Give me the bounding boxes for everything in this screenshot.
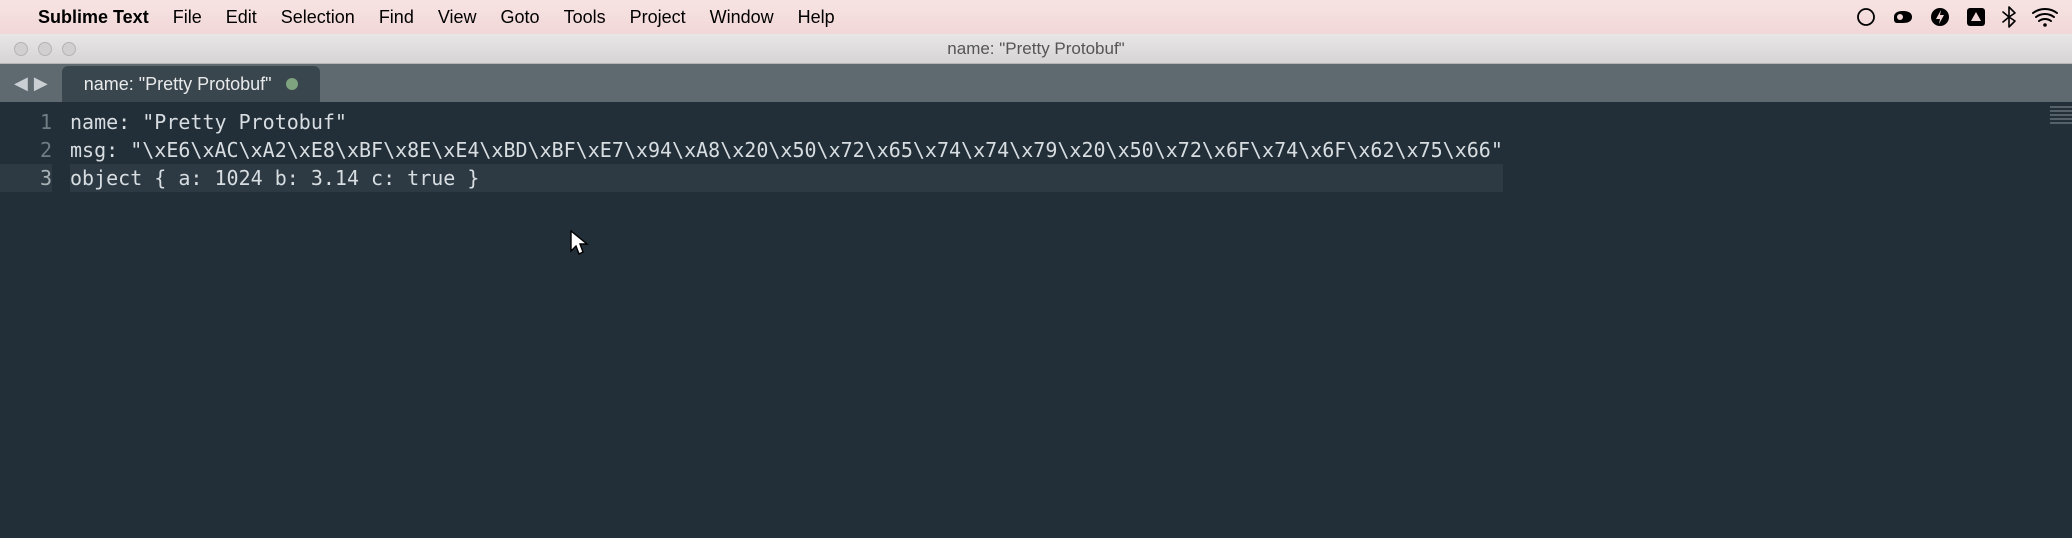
line-number: 1 — [0, 108, 52, 136]
code-line[interactable]: msg: "\xE6\xAC\xA2\xE8\xBF\x8E\xE4\xBD\x… — [70, 136, 1503, 164]
window-titlebar[interactable]: name: "Pretty Protobuf" — [0, 34, 2072, 64]
line-number: 3 — [0, 164, 52, 192]
power-status-icon[interactable] — [1930, 7, 1950, 27]
traffic-lights — [0, 42, 76, 56]
tab-dirty-indicator-icon — [286, 78, 298, 90]
menubar-status-icons — [1856, 6, 2058, 28]
line-number-gutter: 123 — [0, 102, 70, 538]
zoom-window-button[interactable] — [62, 42, 76, 56]
line-number: 2 — [0, 136, 52, 164]
close-window-button[interactable] — [14, 42, 28, 56]
tab-history-nav: ◀ ▶ — [0, 64, 62, 102]
tab-bar: ◀ ▶ name: "Pretty Protobuf" — [0, 64, 2072, 102]
tab-label: name: "Pretty Protobuf" — [84, 74, 272, 95]
menu-find[interactable]: Find — [379, 7, 414, 28]
app-menu[interactable]: Sublime Text — [38, 7, 149, 28]
macos-menubar: Sublime Text File Edit Selection Find Vi… — [0, 0, 2072, 34]
menu-selection[interactable]: Selection — [281, 7, 355, 28]
code-content[interactable]: name: "Pretty Protobuf"msg: "\xE6\xAC\xA… — [70, 102, 1503, 538]
menu-window[interactable]: Window — [710, 7, 774, 28]
nav-back-icon[interactable]: ◀ — [14, 73, 28, 94]
window-title: name: "Pretty Protobuf" — [0, 39, 2072, 59]
triangle-status-icon[interactable] — [1966, 7, 1986, 27]
menu-project[interactable]: Project — [630, 7, 686, 28]
wifi-icon[interactable] — [2032, 7, 2058, 27]
menu-edit[interactable]: Edit — [226, 7, 257, 28]
tab-active[interactable]: name: "Pretty Protobuf" — [62, 66, 320, 102]
menu-help[interactable]: Help — [798, 7, 835, 28]
menu-tools[interactable]: Tools — [564, 7, 606, 28]
code-line[interactable]: name: "Pretty Protobuf" — [70, 108, 1503, 136]
circle-status-icon[interactable] — [1856, 7, 1876, 27]
editor-area[interactable]: 123 name: "Pretty Protobuf"msg: "\xE6\xA… — [0, 102, 2072, 538]
vpn-status-icon[interactable] — [1892, 8, 1914, 26]
minimap[interactable] — [2050, 106, 2072, 126]
nav-forward-icon[interactable]: ▶ — [34, 73, 48, 94]
menu-view[interactable]: View — [438, 7, 477, 28]
minimize-window-button[interactable] — [38, 42, 52, 56]
code-line[interactable]: object { a: 1024 b: 3.14 c: true } — [70, 164, 1503, 192]
menu-file[interactable]: File — [173, 7, 202, 28]
bluetooth-icon[interactable] — [2002, 6, 2016, 28]
menu-goto[interactable]: Goto — [501, 7, 540, 28]
